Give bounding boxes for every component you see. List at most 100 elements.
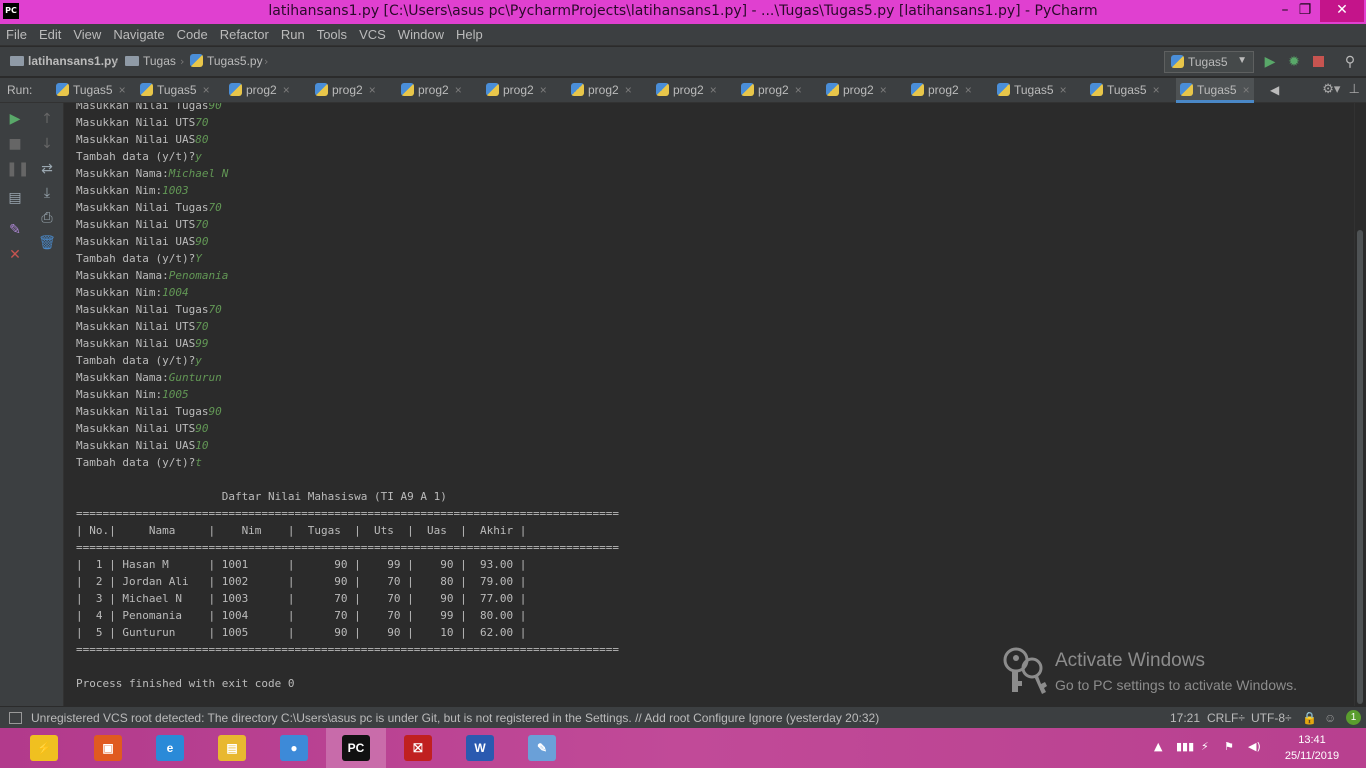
menu-vcs[interactable]: VCS [353,24,392,42]
title-bar[interactable]: PC latihansans1.py [C:\Users\asus pc\Pyc… [0,0,1366,24]
run-icon[interactable]: ▶ [1261,53,1279,71]
close-button[interactable]: ✕ [1320,0,1364,22]
close-tab-icon[interactable]: × [1243,83,1250,97]
line-ending-selector[interactable]: CRLF÷ [1207,711,1245,725]
pin-icon[interactable]: ✎ [6,221,24,239]
run-tab-9[interactable]: prog2 × [822,78,891,103]
console-user-input: 70 [195,320,209,333]
event-log-icon[interactable]: 1 [1346,710,1361,725]
encoding-selector[interactable]: UTF-8÷ [1251,711,1292,725]
down-arrow-icon[interactable]: ↓ [38,135,56,153]
rerun-icon[interactable]: ▶ [6,110,24,128]
power-icon[interactable]: ⚡ [1201,740,1209,753]
run-tab-10[interactable]: prog2 × [907,78,976,103]
taskbar-start-button[interactable]: ⚡ [14,728,74,768]
tabs-scroll-left-icon[interactable]: ◀ [1270,78,1279,103]
menu-refactor[interactable]: Refactor [214,24,275,42]
lock-icon[interactable]: 🔒 [1302,711,1317,725]
run-tab-1[interactable]: Tugas5 × [136,78,214,103]
close-tab-icon[interactable]: × [369,83,376,97]
taskbar-internet-explorer-button[interactable]: e [140,728,200,768]
menu-tools[interactable]: Tools [311,24,353,42]
close-tab-icon[interactable]: × [710,83,717,97]
run-tab-4[interactable]: prog2 × [397,78,466,103]
menu-navigate[interactable]: Navigate [107,24,170,42]
menu-edit[interactable]: Edit [33,24,67,42]
run-tab-6[interactable]: prog2 × [567,78,636,103]
breadcrumb-file-label: Tugas5.py [207,54,263,68]
taskbar-acrobat-button[interactable]: ⛝ [388,728,448,768]
menu-file[interactable]: File [0,24,33,42]
menu-code[interactable]: Code [171,24,214,42]
signal-icon[interactable]: ▮▮▮ [1176,740,1194,753]
taskbar-recorder-button[interactable]: ▣ [78,728,138,768]
close-tab-icon[interactable]: × [795,83,802,97]
console-line-text: Masukkan Nim: [76,286,163,299]
stop-icon[interactable]: ■ [6,135,24,153]
close-tab-icon[interactable]: × [283,83,290,97]
hide-icon[interactable]: ⊥ [1349,82,1360,97]
trash-icon[interactable]: 🗑 [38,234,56,252]
caret-position[interactable]: 17:21 [1170,711,1200,725]
close-tab-icon[interactable]: × [1060,83,1067,97]
run-tab-2[interactable]: prog2 × [225,78,294,103]
stop-icon[interactable] [1309,53,1327,71]
menu-help[interactable]: Help [450,24,489,42]
close-tab-icon[interactable]: × [965,83,972,97]
run-tab-12[interactable]: Tugas5 × [1086,78,1164,103]
close-tab-icon[interactable]: × [203,83,210,97]
run-tab-0[interactable]: Tugas5 × [52,78,130,103]
run-tab-label: prog2 [332,83,363,97]
menu-run[interactable]: Run [275,24,311,42]
taskbar-pycharm-button[interactable]: PC [326,728,386,768]
show-hidden-icons-icon[interactable]: ▲ [1154,740,1162,753]
search-icon[interactable]: ⚲ [1341,53,1359,71]
breadcrumb-file[interactable]: Tugas5.py [190,54,263,68]
flag-icon[interactable]: ⚑ [1224,740,1234,753]
layout-icon[interactable]: ▤ [6,189,24,207]
debug-icon[interactable]: ✹ [1285,53,1303,71]
close-tab-icon[interactable]: × [1153,83,1160,97]
run-configuration-select[interactable]: Tugas5 ▼ [1164,51,1254,73]
console-line: Masukkan Nilai UAS99 [76,335,619,352]
breadcrumb-folder[interactable]: Tugas [125,54,176,68]
menu-view[interactable]: View [67,24,107,42]
scroll-to-end-icon[interactable]: ⤓ [38,184,56,202]
run-tab-label: Tugas5 [157,83,197,97]
soft-wrap-icon[interactable]: ⇄ [38,160,56,178]
console-output[interactable]: Masukkan Nilai Tugas90 Masukkan Nilai UTS… [64,103,1354,706]
close-tab-icon[interactable]: × [455,83,462,97]
system-clock[interactable]: 13:41 25/11/2019 [1276,732,1348,764]
run-tab-11[interactable]: Tugas5 × [993,78,1071,103]
vcs-notification-message[interactable]: Unregistered VCS root detected: The dire… [31,711,879,725]
pause-icon[interactable]: ❚❚ [6,160,29,178]
up-arrow-icon[interactable]: ↑ [38,110,56,128]
console-scrollbar-thumb[interactable] [1357,230,1363,704]
tool-window-toggle-icon[interactable] [9,712,22,724]
recorder-icon: ▣ [94,735,122,761]
taskbar-word-button[interactable]: W [450,728,510,768]
run-tab-13[interactable]: Tugas5 × [1176,78,1254,103]
taskbar-chrome-button[interactable]: ● [264,728,324,768]
volume-icon[interactable]: ◀) [1248,740,1261,753]
run-tab-7[interactable]: prog2 × [652,78,721,103]
console-line-text: Masukkan Nama: [76,167,169,180]
close-tab-icon[interactable]: × [119,83,126,97]
close-tab-icon[interactable]: × [540,83,547,97]
run-tab-3[interactable]: prog2 × [311,78,380,103]
taskbar-paint-button[interactable]: ✎ [512,728,572,768]
restore-button[interactable]: ❐ [1288,0,1322,22]
close-tab-icon[interactable]: × [625,83,632,97]
menu-window[interactable]: Window [392,24,450,42]
python-file-icon [229,83,242,96]
taskbar-file-explorer-button[interactable]: ▤ [202,728,262,768]
inspector-icon[interactable]: ☺ [1324,711,1336,725]
run-tab-8[interactable]: prog2 × [737,78,806,103]
print-icon[interactable]: ⎙ [38,209,56,227]
run-tab-5[interactable]: prog2 × [482,78,551,103]
close-tab-icon[interactable]: × [880,83,887,97]
console-user-input: t [195,456,202,469]
close-icon[interactable]: ✕ [6,246,24,264]
breadcrumb-project[interactable]: latihansans1.py [10,54,118,68]
run-settings-icon[interactable]: ⚙▾ ⊥ [1322,82,1360,97]
